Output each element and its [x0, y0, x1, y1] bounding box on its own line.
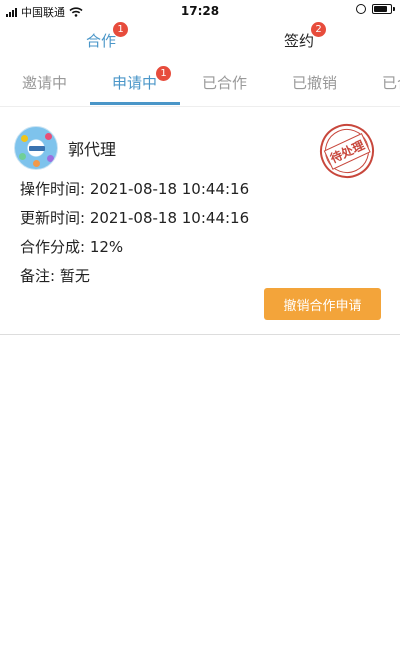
avatar	[14, 126, 58, 170]
subtab-partial-label: 已合	[382, 74, 400, 92]
subtab-inviting[interactable]: 邀请中	[22, 72, 67, 93]
orientation-lock-icon	[356, 4, 366, 14]
agent-name: 郭代理	[68, 140, 117, 159]
active-tab-indicator	[90, 102, 180, 105]
sub-tabs: 邀请中 申请中 1 已合作 已撤销 已合	[0, 62, 400, 107]
subtab-cooperated[interactable]: 已合作	[202, 72, 247, 93]
tab-cooperation[interactable]: 合作 1	[86, 22, 129, 51]
subtab-applying-badge: 1	[156, 66, 172, 81]
pending-stamp-label: 待处理	[323, 132, 371, 170]
tab-sign-label: 签约	[284, 32, 315, 50]
subtab-inviting-label: 邀请中	[22, 74, 68, 92]
share-ratio: 合作分成: 12%	[20, 238, 124, 256]
battery-icon	[372, 4, 395, 14]
subtab-applying[interactable]: 申请中 1	[112, 66, 172, 93]
subtab-revoked[interactable]: 已撤销	[292, 72, 337, 93]
operate-time: 操作时间: 2021-08-18 10:44:16	[20, 180, 250, 198]
status-right	[356, 4, 395, 14]
subtab-partial[interactable]: 已合	[382, 72, 400, 93]
application-card: 郭代理 待处理 操作时间: 2021-08-18 10:44:16 更新时间: …	[0, 108, 400, 335]
clock: 17:28	[180, 4, 220, 18]
subtab-cooperated-label: 已合作	[202, 74, 248, 92]
tab-sign[interactable]: 签约 2	[284, 22, 327, 51]
remark: 备注: 暂无	[20, 267, 90, 285]
update-time: 更新时间: 2021-08-18 10:44:16	[20, 209, 250, 227]
cancel-application-button[interactable]: 撤销合作申请	[264, 288, 381, 320]
subtab-revoked-label: 已撤销	[292, 74, 338, 92]
tab-cooperation-label: 合作	[86, 32, 117, 50]
subtab-applying-label: 申请中	[112, 74, 158, 92]
tab-sign-badge: 2	[311, 22, 327, 37]
status-bar: 中国联通 17:28	[0, 0, 400, 22]
top-tabs: 合作 1 签约 2	[0, 22, 400, 60]
pending-stamp: 待处理	[311, 115, 383, 187]
tab-cooperation-badge: 1	[113, 22, 129, 37]
